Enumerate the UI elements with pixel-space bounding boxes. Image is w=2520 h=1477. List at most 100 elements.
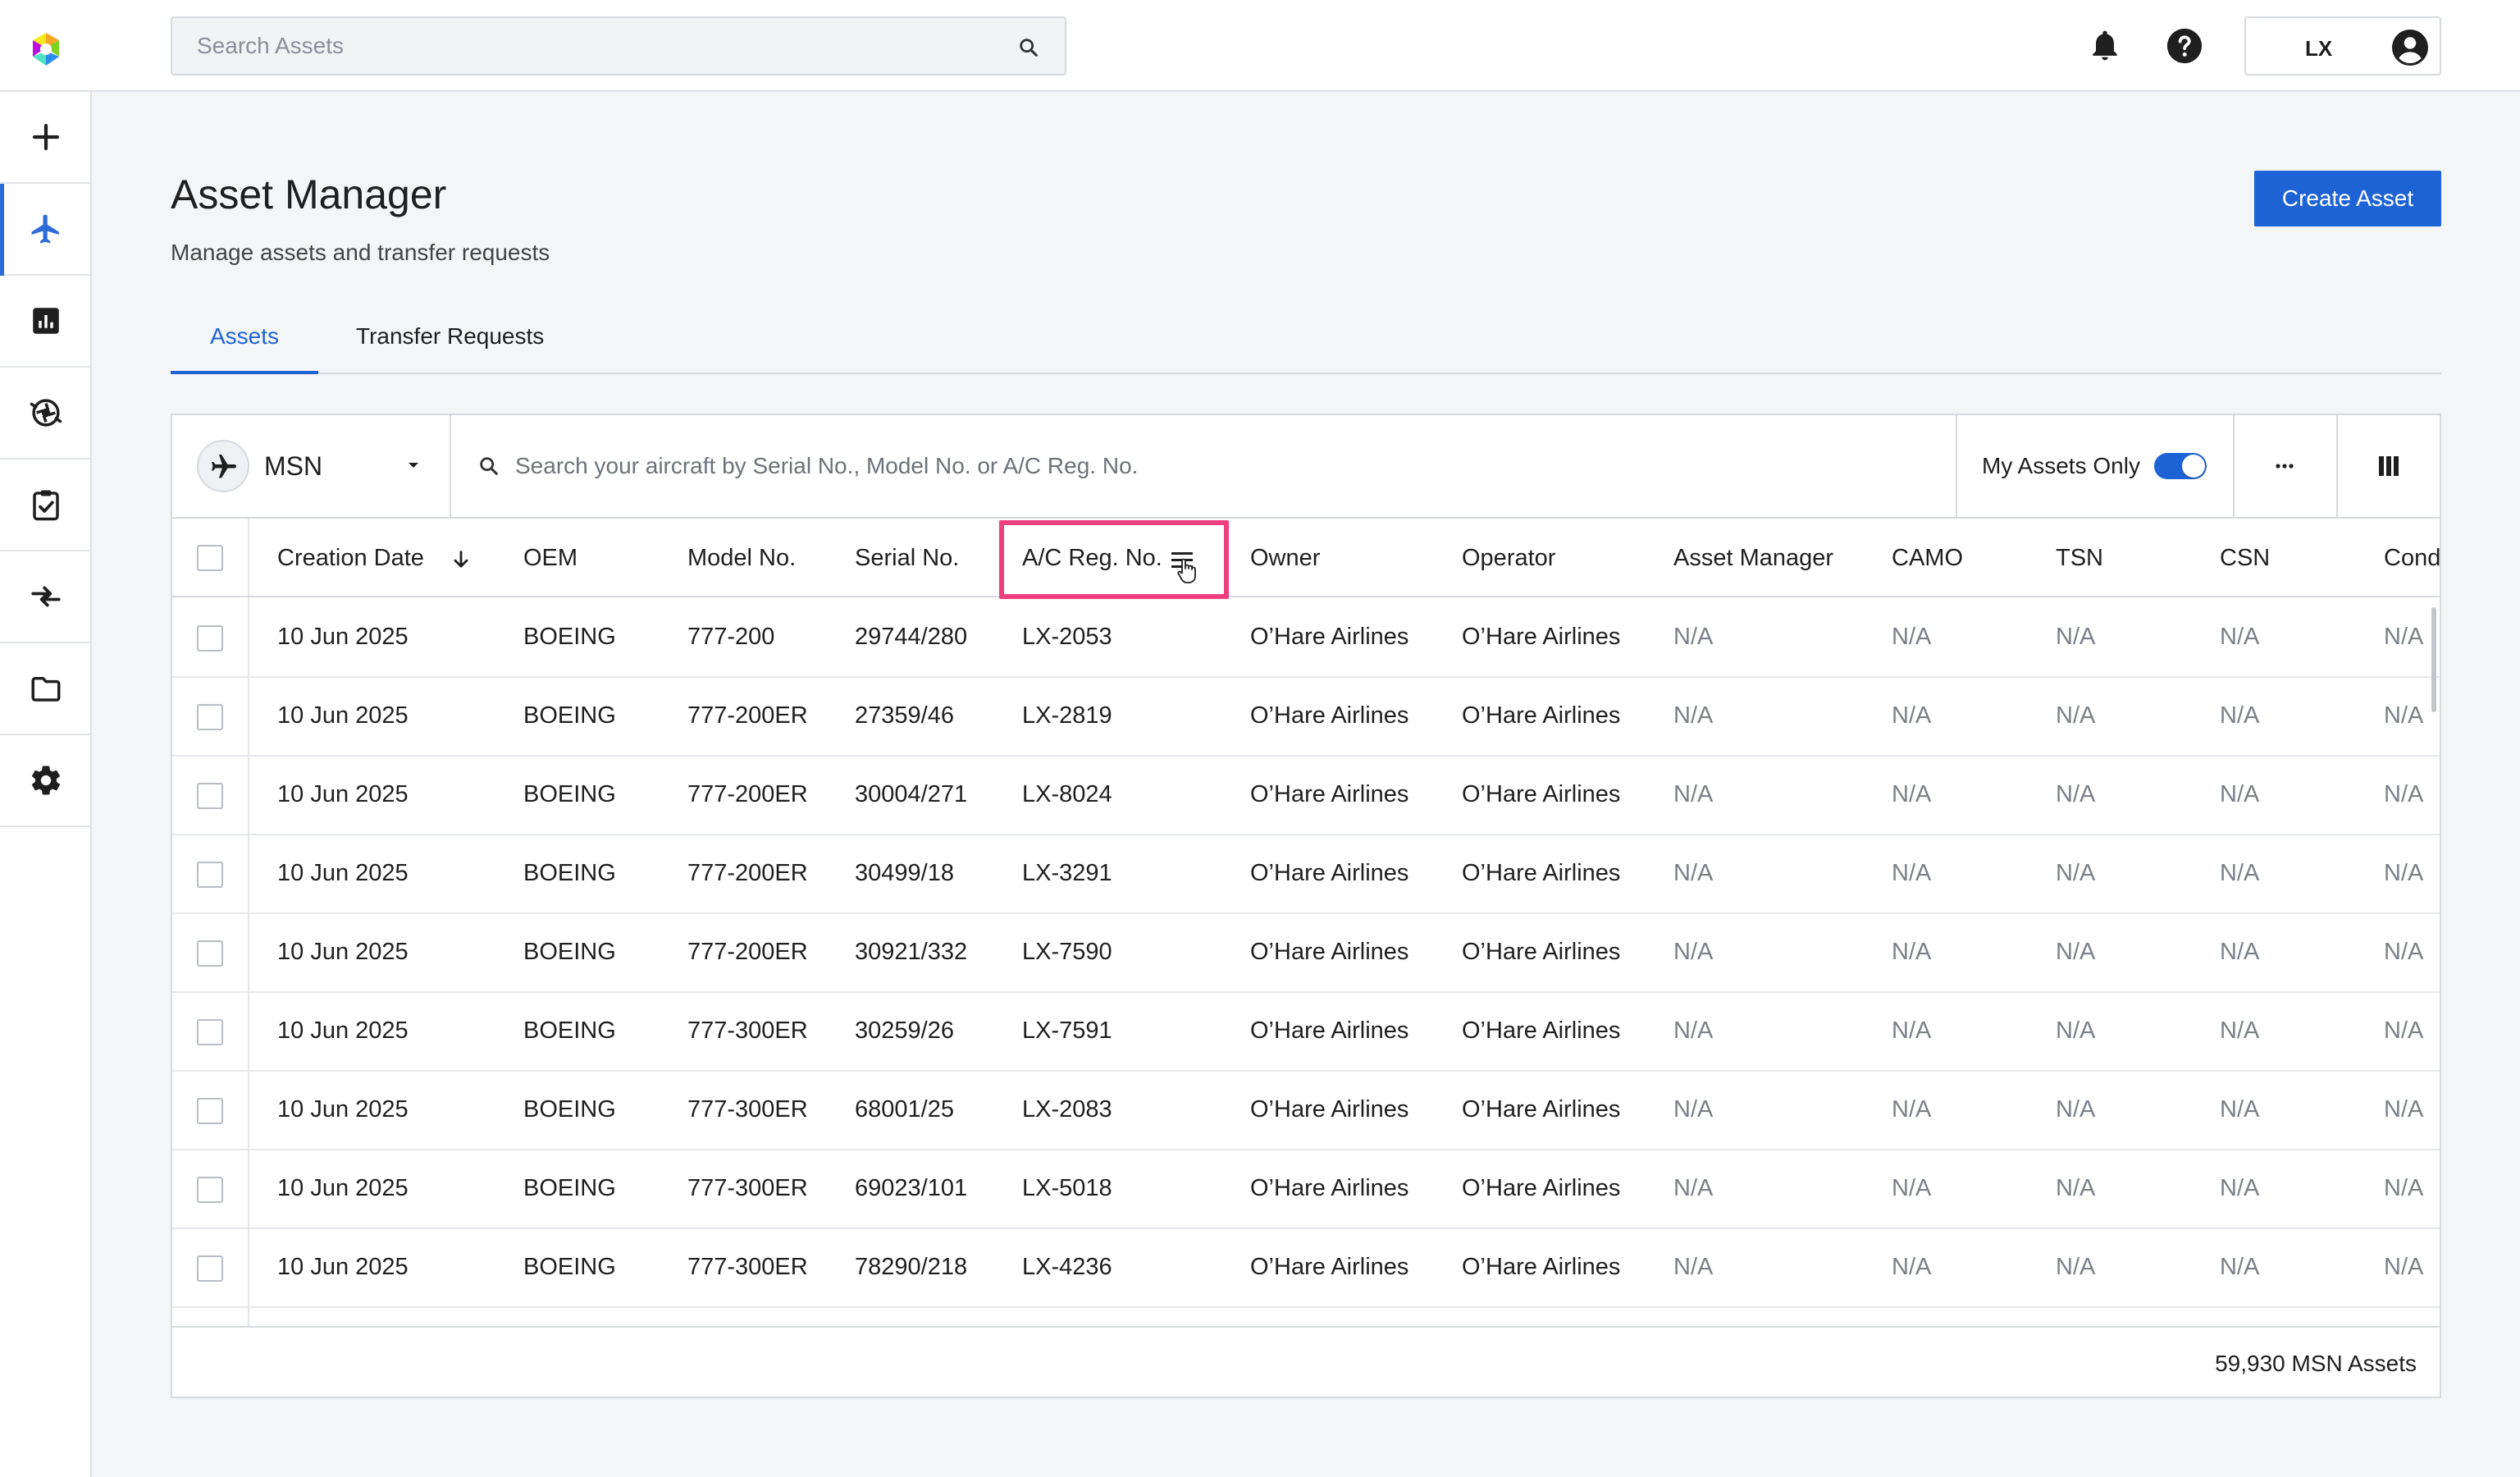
table-row[interactable]: 10 Jun 2025 BOEING 777-200ER 27359/46 LX-281…: [172, 678, 2440, 757]
global-search[interactable]: [171, 16, 1066, 75]
top-bar: LX: [0, 0, 2520, 92]
tab-assets[interactable]: Assets: [171, 323, 318, 374]
plus-icon: [32, 123, 60, 151]
cell-asset-manager: N/A: [1673, 702, 1714, 729]
my-assets-filter: My Assets Only: [1956, 415, 2235, 517]
cell-operator: O’Hare Airlines: [1462, 1096, 1621, 1123]
chart-icon: [33, 308, 59, 334]
cell-owner: O’Hare Airlines: [1250, 1017, 1409, 1044]
column-header-model-no[interactable]: Model No.: [687, 545, 796, 572]
row-checkbox[interactable]: [197, 862, 223, 888]
row-checkbox[interactable]: [197, 1098, 223, 1124]
row-checkbox[interactable]: [197, 625, 223, 652]
column-header-camo[interactable]: CAMO: [1892, 545, 1963, 572]
row-checkbox[interactable]: [197, 783, 223, 809]
nav-item-documents[interactable]: [0, 643, 90, 735]
select-all-checkbox[interactable]: [197, 545, 223, 571]
asset-search[interactable]: [453, 415, 1962, 517]
cell-condition: N/A: [2384, 624, 2424, 650]
vertical-scrollbar[interactable]: [2431, 607, 2436, 712]
engine-icon: [30, 399, 62, 427]
table-row[interactable]: 10 Jun 2025 BOEING 777-300ER 69023/101 LX-50…: [172, 1150, 2440, 1229]
gear-icon: [31, 766, 61, 795]
cell-camo: N/A: [1892, 1017, 1932, 1044]
app-logo-icon[interactable]: [26, 30, 66, 69]
cell-ac-reg-no: LX-2053: [1022, 624, 1112, 650]
cell-serial-no: 29744/280: [855, 624, 968, 650]
column-header-operator[interactable]: Operator: [1462, 545, 1555, 572]
cell-condition: N/A: [2384, 1017, 2424, 1044]
row-checkbox[interactable]: [197, 1177, 223, 1203]
cell-condition: N/A: [2384, 939, 2424, 965]
column-header-owner[interactable]: Owner: [1250, 545, 1320, 572]
cell-owner: O’Hare Airlines: [1250, 781, 1409, 807]
column-header-condition[interactable]: Cond: [2384, 545, 2440, 572]
sort-descending-icon[interactable]: [450, 548, 472, 571]
cell-asset-manager: N/A: [1673, 1175, 1714, 1201]
cell-camo: N/A: [1892, 939, 1932, 965]
chevron-down-icon: [409, 463, 418, 468]
nav-item-assets[interactable]: [0, 184, 90, 276]
row-checkbox[interactable]: [197, 1255, 223, 1282]
table-row[interactable]: 10 Jun 2025 BOEING 777-200 29744/280 LX-2053…: [172, 599, 2440, 678]
column-settings-button[interactable]: [2338, 415, 2440, 517]
table-row[interactable]: 10 Jun 2025 BOEING 777-200ER 30499/18 LX-329…: [172, 835, 2440, 914]
cell-owner: O’Hare Airlines: [1250, 1254, 1409, 1280]
bell-icon[interactable]: [2087, 27, 2123, 63]
cell-creation-date: 10 Jun 2025: [277, 781, 409, 807]
cell-serial-no: 27359/46: [855, 702, 954, 729]
table-row[interactable]: 10 Jun 2025 BOEING 777-300ER 78290/218 LX-42…: [172, 1229, 2440, 1308]
cell-condition: N/A: [2384, 1175, 2424, 1201]
nav-item-reports[interactable]: [0, 276, 90, 368]
cell-model-no: 777-300ER: [687, 1175, 808, 1201]
nav-item-engines[interactable]: [0, 368, 90, 460]
cell-creation-date: 10 Jun 2025: [277, 1254, 409, 1280]
cell-serial-no: 30921/332: [855, 939, 968, 965]
nav-item-tasks[interactable]: [0, 460, 90, 551]
asset-search-input[interactable]: [515, 440, 1910, 492]
nav-item-settings[interactable]: [0, 735, 90, 827]
table-row[interactable]: 10 Jun 2025 BOEING 777-300ER 68001/25 LX-208…: [172, 1072, 2440, 1150]
user-initials: LX: [2305, 36, 2333, 61]
table-toolbar: MSN My Assets Only: [172, 415, 2440, 519]
nav-item-transfers[interactable]: [0, 551, 90, 643]
create-asset-button[interactable]: Create Asset: [2254, 171, 2441, 226]
cell-operator: O’Hare Airlines: [1462, 1017, 1621, 1044]
row-checkbox[interactable]: [197, 704, 223, 730]
table-row[interactable]: 10 Jun 2025 BOEING 777-200ER 30921/332 LX-75…: [172, 914, 2440, 993]
search-icon: [480, 457, 498, 475]
cell-tsn: N/A: [2056, 781, 2096, 807]
hand-cursor-icon: [1177, 558, 1196, 583]
cell-oem: BOEING: [523, 781, 616, 807]
column-header-csn[interactable]: CSN: [2220, 545, 2270, 572]
cell-asset-manager: N/A: [1673, 1017, 1714, 1044]
cell-ac-reg-no: LX-4236: [1022, 1254, 1112, 1280]
help-icon[interactable]: [2166, 27, 2203, 65]
cell-serial-no: 30259/26: [855, 1017, 954, 1044]
column-header-oem[interactable]: OEM: [523, 545, 578, 572]
column-header-tsn[interactable]: TSN: [2056, 545, 2103, 572]
page-subtitle: Manage assets and transfer requests: [171, 240, 550, 265]
row-checkbox[interactable]: [197, 940, 223, 967]
global-search-input[interactable]: [172, 18, 1065, 74]
asset-type-dropdown[interactable]: MSN: [172, 415, 451, 517]
cell-tsn: N/A: [2056, 624, 2096, 650]
tab-transfer-requests[interactable]: Transfer Requests: [356, 323, 544, 374]
table-row[interactable]: 10 Jun 2025 BOEING 777-200ER 30004/271 LX-80…: [172, 757, 2440, 835]
column-header-creation-date[interactable]: Creation Date: [277, 545, 424, 572]
column-header-asset-manager[interactable]: Asset Manager: [1673, 545, 1833, 572]
cell-creation-date: 10 Jun 2025: [277, 702, 409, 729]
search-icon[interactable]: [1017, 36, 1040, 59]
cell-serial-no: 30004/271: [855, 781, 968, 807]
nav-item-create[interactable]: [0, 92, 90, 184]
cell-ac-reg-no: LX-2819: [1022, 702, 1112, 729]
table-row[interactable]: 10 Jun 2025 BOEING 777-300ER 30259/26 LX-759…: [172, 993, 2440, 1072]
row-checkbox[interactable]: [197, 1019, 223, 1045]
cell-operator: O’Hare Airlines: [1462, 1175, 1621, 1201]
transfer-arrows-icon: [31, 586, 61, 607]
user-menu[interactable]: LX: [2244, 16, 2441, 75]
more-options-button[interactable]: [2235, 415, 2338, 517]
column-header-serial-no[interactable]: Serial No.: [855, 545, 959, 572]
cell-model-no: 777-200ER: [687, 860, 808, 886]
my-assets-toggle[interactable]: [2154, 453, 2207, 479]
